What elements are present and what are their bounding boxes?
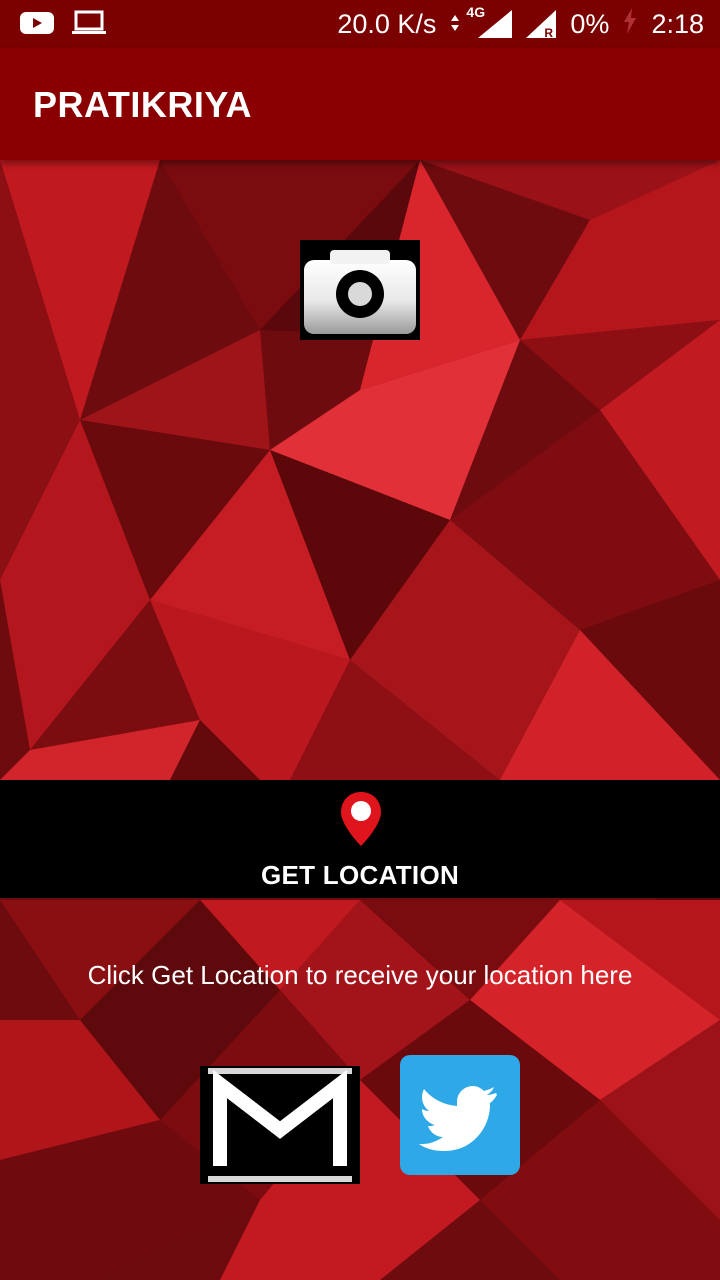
roaming-label: R <box>544 26 554 40</box>
laptop-icon <box>72 10 106 41</box>
location-pin-icon[interactable] <box>338 790 384 848</box>
charging-bolt-icon <box>623 7 637 41</box>
app-bar: PRATIKRIYA <box>0 48 720 160</box>
network-type-label: 4G <box>466 4 486 20</box>
location-result-text: Click Get Location to receive your locat… <box>87 960 633 990</box>
network-speed: 20.0 K/s <box>337 8 437 39</box>
signal-roaming-icon: R <box>526 10 557 40</box>
app-title: PRATIKRIYA <box>33 84 253 125</box>
status-bar: 20.0 K/s 4G R 0% 2:18 <box>0 0 720 48</box>
camera-icon <box>304 250 416 334</box>
data-arrows-icon <box>450 9 460 40</box>
camera-button[interactable] <box>300 240 420 340</box>
clock-time: 2:18 <box>651 8 704 39</box>
battery-percent: 0% <box>570 8 610 39</box>
twitter-icon <box>400 1055 520 1175</box>
mail-icon <box>200 1066 360 1184</box>
signal-4g-icon: 4G <box>466 4 513 38</box>
youtube-icon <box>20 10 54 41</box>
get-location-button[interactable]: GET LOCATION <box>0 860 720 898</box>
mail-button[interactable] <box>200 1066 360 1184</box>
twitter-button[interactable] <box>400 1055 520 1175</box>
